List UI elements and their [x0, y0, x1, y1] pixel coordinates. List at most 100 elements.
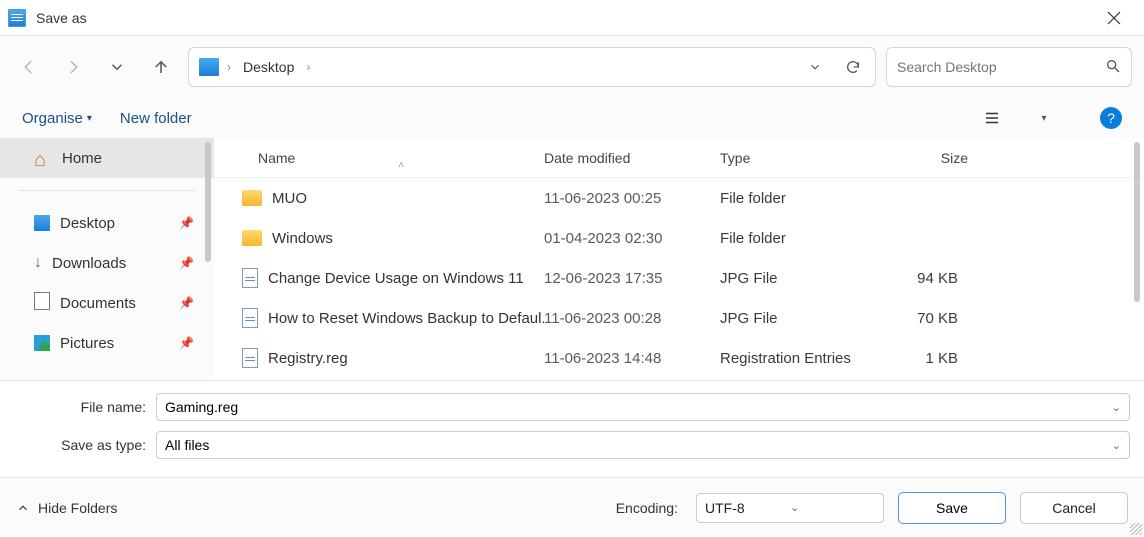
sidebar-item-home[interactable]: Home — [0, 138, 214, 178]
close-button[interactable] — [1092, 0, 1136, 35]
file-date: 11-06-2023 00:28 — [544, 310, 720, 327]
recent-locations-button[interactable] — [100, 50, 134, 84]
arrow-right-icon — [64, 58, 82, 76]
caret-down-icon: ▾ — [1041, 113, 1046, 124]
chevron-down-icon[interactable]: ⌄ — [1112, 439, 1121, 452]
forward-button[interactable] — [56, 50, 90, 84]
file-size: 1 KB — [870, 350, 978, 367]
chevron-down-icon — [108, 58, 126, 76]
file-name: Windows — [272, 230, 333, 247]
column-header-name[interactable]: Name˄ — [214, 150, 544, 166]
new-folder-label: New folder — [120, 110, 192, 127]
cancel-button[interactable]: Cancel — [1020, 492, 1128, 524]
table-row[interactable]: How to Reset Windows Backup to Defaul...… — [214, 298, 1144, 338]
organise-label: Organise — [22, 110, 83, 127]
breadcrumb-separator: › — [225, 60, 233, 74]
sort-indicator-icon: ˄ — [398, 160, 404, 171]
sidebar-item-desktop[interactable]: Desktop 📌 — [0, 203, 214, 243]
pin-icon: 📌 — [179, 296, 194, 310]
saveastype-value[interactable] — [165, 437, 1112, 453]
chevron-down-icon[interactable]: ⌄ — [1112, 401, 1121, 414]
encoding-select[interactable]: UTF-8 ⌄ — [696, 493, 884, 523]
desktop-icon — [34, 215, 50, 231]
titlebar: Save as — [0, 0, 1144, 36]
breadcrumb-separator: › — [304, 60, 312, 74]
saveastype-label: Save as type: — [14, 437, 156, 453]
sidebar-item-label: Downloads — [52, 255, 126, 272]
new-folder-button[interactable]: New folder — [120, 110, 192, 127]
arrow-up-icon — [152, 58, 170, 76]
location-root-icon — [199, 58, 219, 76]
hide-folders-button[interactable]: Hide Folders — [16, 500, 117, 516]
breadcrumb-desktop[interactable]: Desktop — [239, 57, 298, 77]
view-options-button[interactable] — [976, 102, 1008, 134]
table-row[interactable]: Change Device Usage on Windows 11 12-06-2… — [214, 258, 1144, 298]
main-area: Home Desktop 📌 Downloads 📌 Documents 📌 P… — [0, 138, 1144, 387]
sidebar: Home Desktop 📌 Downloads 📌 Documents 📌 P… — [0, 138, 214, 387]
help-button[interactable]: ? — [1100, 107, 1122, 129]
file-list-scrollbar[interactable] — [1134, 142, 1140, 302]
sidebar-item-label: Desktop — [60, 215, 115, 232]
up-button[interactable] — [144, 50, 178, 84]
organise-menu[interactable]: Organise ▾ — [22, 110, 92, 127]
home-icon — [34, 149, 52, 167]
pin-icon: 📌 — [179, 256, 194, 270]
sidebar-item-pictures[interactable]: Pictures 📌 — [0, 323, 214, 363]
table-row[interactable]: MUO11-06-2023 00:25File folder — [214, 178, 1144, 218]
address-dropdown-button[interactable] — [799, 51, 831, 83]
sidebar-item-documents[interactable]: Documents 📌 — [0, 283, 214, 323]
table-row[interactable]: Registry.reg11-06-2023 14:48Registration… — [214, 338, 1144, 378]
nav-row: › Desktop › — [0, 36, 1144, 98]
sidebar-item-label: Documents — [60, 295, 136, 312]
file-date: 01-04-2023 02:30 — [544, 230, 720, 247]
file-date: 12-06-2023 17:35 — [544, 270, 720, 287]
save-button[interactable]: Save — [898, 492, 1006, 524]
search-icon — [1105, 58, 1121, 77]
back-button[interactable] — [12, 50, 46, 84]
file-list: Name˄ Date modified Type Size MUO11-06-2… — [214, 138, 1144, 387]
file-type: JPG File — [720, 270, 870, 287]
filename-label: File name: — [14, 399, 156, 415]
column-header-type[interactable]: Type — [720, 150, 870, 166]
file-name: Registry.reg — [268, 350, 348, 367]
column-header-date[interactable]: Date modified — [544, 150, 720, 166]
folder-icon — [242, 230, 262, 246]
sidebar-item-downloads[interactable]: Downloads 📌 — [0, 243, 214, 283]
view-options-dropdown[interactable]: ▾ — [1036, 102, 1052, 134]
help-icon: ? — [1107, 110, 1115, 126]
search-box[interactable] — [886, 47, 1132, 87]
table-row[interactable]: Windows 01-04-2023 02:30File folder — [214, 218, 1144, 258]
arrow-left-icon — [20, 58, 38, 76]
chevron-down-icon — [808, 60, 822, 74]
sidebar-divider — [18, 190, 196, 191]
address-bar[interactable]: › Desktop › — [188, 47, 876, 87]
refresh-button[interactable] — [837, 51, 869, 83]
file-icon — [242, 268, 258, 288]
caret-down-icon: ▾ — [87, 113, 92, 124]
file-size: 94 KB — [870, 270, 978, 287]
saveastype-combo[interactable]: ⌄ — [156, 431, 1130, 459]
file-type: File folder — [720, 190, 870, 207]
app-icon — [8, 9, 26, 27]
file-size: 70 KB — [870, 310, 978, 327]
pin-icon: 📌 — [179, 336, 194, 350]
close-icon — [1107, 11, 1121, 25]
hide-folders-label: Hide Folders — [38, 500, 117, 516]
pictures-icon — [34, 335, 50, 351]
column-header-size[interactable]: Size — [870, 150, 978, 166]
file-icon — [242, 308, 258, 328]
column-headers: Name˄ Date modified Type Size — [214, 138, 1144, 178]
filename-combo[interactable]: ⌄ — [156, 393, 1130, 421]
sidebar-scrollbar[interactable] — [205, 142, 211, 262]
file-type: JPG File — [720, 310, 870, 327]
resize-grip[interactable] — [1130, 523, 1142, 535]
file-name: Change Device Usage on Windows 11 — [268, 270, 524, 287]
folder-icon — [242, 190, 262, 206]
filename-input[interactable] — [165, 399, 1112, 415]
search-input[interactable] — [897, 59, 1105, 75]
save-fields: File name: ⌄ Save as type: ⌄ — [0, 380, 1144, 467]
window-title: Save as — [36, 10, 1092, 26]
file-type: File folder — [720, 230, 870, 247]
sidebar-item-label: Home — [62, 150, 102, 167]
chevron-up-icon — [16, 501, 30, 515]
